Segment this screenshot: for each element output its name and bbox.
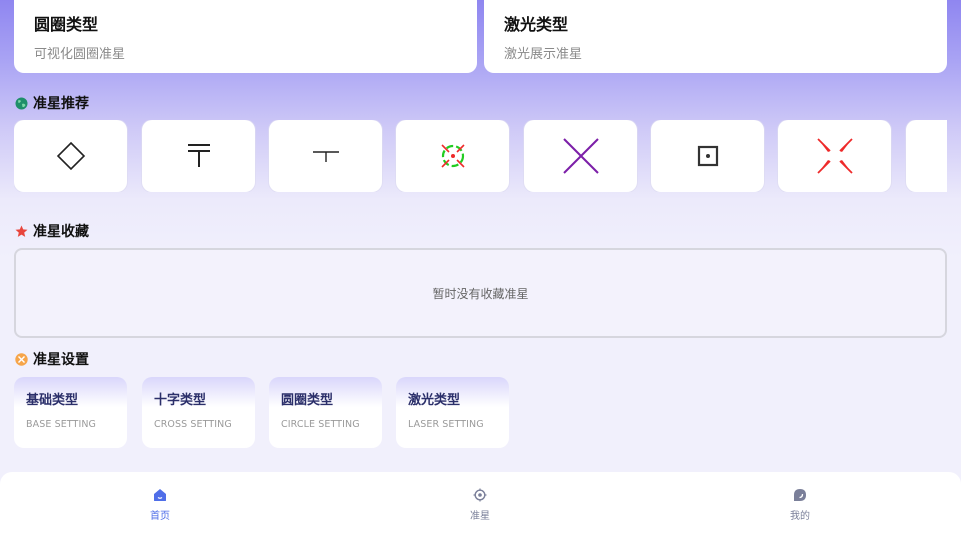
home-icon bbox=[154, 489, 166, 501]
favorites-empty-text: 暂时没有收藏准星 bbox=[432, 286, 529, 301]
purple-x-crosshair-icon bbox=[562, 138, 599, 174]
card-subtitle: 可视化圆圈准星 bbox=[34, 47, 126, 62]
circle-x-crosshair-icon bbox=[440, 144, 465, 168]
recommend-item-circle-x[interactable] bbox=[396, 120, 509, 192]
recommend-item-double-t[interactable] bbox=[142, 120, 255, 192]
setting-subtitle: LASER SETTING bbox=[408, 419, 484, 430]
recommend-item-red-split-x[interactable] bbox=[778, 120, 891, 192]
section-label: 准星推荐 bbox=[33, 96, 89, 112]
setting-title: 基础类型 bbox=[26, 393, 79, 408]
star-icon bbox=[15, 225, 28, 238]
dot-square-crosshair-icon bbox=[697, 145, 718, 167]
tab-crosshair[interactable]: 准星 bbox=[440, 488, 520, 522]
circle-setting-card[interactable]: 圆圈类型 CIRCLE SETTING bbox=[269, 377, 382, 448]
setting-subtitle: CIRCLE SETTING bbox=[281, 419, 360, 430]
card-title: 激光类型 bbox=[504, 15, 569, 34]
recommend-item-partial[interactable] bbox=[906, 120, 947, 192]
recommend-item-dot-square[interactable] bbox=[651, 120, 764, 192]
favorites-section-title: 准星收藏 bbox=[15, 221, 89, 241]
section-label: 准星收藏 bbox=[33, 224, 89, 240]
tab-label: 准星 bbox=[470, 511, 490, 522]
settings-badge-icon bbox=[15, 352, 28, 366]
setting-title: 圆圈类型 bbox=[281, 393, 334, 408]
card-title: 圆圈类型 bbox=[34, 15, 99, 34]
profile-icon bbox=[794, 489, 806, 501]
bottom-tab-bar: 首页 准星 我的 bbox=[0, 472, 961, 541]
recommend-item-diamond[interactable] bbox=[14, 120, 127, 192]
globe-icon bbox=[15, 97, 28, 110]
recommend-section-title: 准星推荐 bbox=[15, 93, 89, 113]
setting-title: 激光类型 bbox=[408, 393, 461, 408]
recommend-item-t[interactable] bbox=[269, 120, 382, 192]
tab-profile[interactable]: 我的 bbox=[760, 488, 840, 522]
crosshair-icon bbox=[473, 488, 487, 502]
diamond-crosshair-icon bbox=[56, 141, 85, 171]
laser-type-card[interactable]: 激光类型 激光展示准星 bbox=[484, 0, 947, 73]
tab-label: 我的 bbox=[790, 511, 810, 522]
laser-setting-card[interactable]: 激光类型 LASER SETTING bbox=[396, 377, 509, 448]
t-crosshair-icon bbox=[312, 151, 339, 162]
cross-setting-card[interactable]: 十字类型 CROSS SETTING bbox=[142, 377, 255, 448]
recommend-item-purple-x[interactable] bbox=[524, 120, 637, 192]
tab-label: 首页 bbox=[150, 511, 170, 522]
setting-title: 十字类型 bbox=[154, 393, 207, 408]
circle-type-card[interactable]: 圆圈类型 可视化圆圈准星 bbox=[14, 0, 477, 73]
section-label: 准星设置 bbox=[33, 352, 89, 368]
card-subtitle: 激光展示准星 bbox=[504, 47, 583, 62]
red-split-x-crosshair-icon bbox=[816, 138, 853, 174]
base-setting-card[interactable]: 基础类型 BASE SETTING bbox=[14, 377, 127, 448]
tab-home[interactable]: 首页 bbox=[120, 488, 200, 522]
setting-subtitle: CROSS SETTING bbox=[154, 419, 232, 430]
setting-subtitle: BASE SETTING bbox=[26, 419, 97, 430]
double-t-crosshair-icon bbox=[187, 144, 210, 167]
favorites-empty-box: 暂时没有收藏准星 bbox=[14, 248, 947, 338]
recommend-list[interactable] bbox=[14, 120, 947, 192]
settings-section-title: 准星设置 bbox=[15, 349, 89, 369]
